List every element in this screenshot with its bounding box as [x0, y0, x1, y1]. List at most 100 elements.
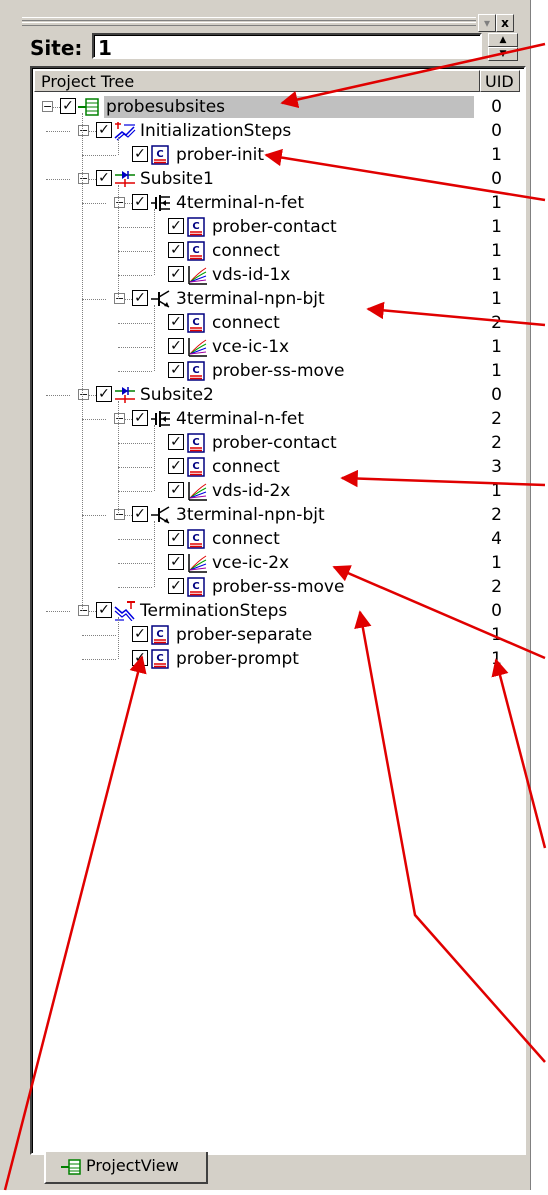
tree-row[interactable]: − ✓ 3terminal-npn-bjt 1	[32, 288, 518, 312]
tree-node-label[interactable]: Subsite1	[140, 168, 214, 190]
tree-row[interactable]: ✓ Cconnect 1	[32, 240, 518, 264]
checkbox-checked-icon[interactable]: ✓	[132, 194, 148, 210]
tree-header: Project Tree UID	[34, 70, 520, 94]
tree-row[interactable]: − ✓ TerminationSteps 0	[32, 600, 518, 624]
tree-row[interactable]: ✓ Cprober-init 1	[32, 144, 518, 168]
dropdown-button[interactable]: ▾	[478, 14, 496, 32]
tree-row[interactable]: ✓ Cconnect 2	[32, 312, 518, 336]
spin-up-icon[interactable]: ▲	[488, 33, 518, 47]
tree-row[interactable]: ✓ Cconnect 3	[32, 456, 518, 480]
checkbox-checked-icon[interactable]: ✓	[96, 122, 112, 138]
collapse-icon[interactable]: −	[114, 293, 125, 304]
tree-row[interactable]: − ✓ probesubsites 0	[32, 96, 518, 120]
site-spinner[interactable]: ▲ ▼	[488, 33, 520, 61]
tree-node-label[interactable]: prober-contact	[212, 216, 337, 238]
project-tree[interactable]: Project Tree UID − ✓ probesubsites 0− ✓ Initi…	[30, 66, 526, 1155]
column-header-name[interactable]: Project Tree	[34, 70, 480, 92]
tree-node-label[interactable]: 4terminal-n-fet	[176, 192, 304, 214]
tree-node-label[interactable]: connect	[212, 528, 280, 550]
tree-node-label[interactable]: Subsite2	[140, 384, 214, 406]
tree-row[interactable]: − ✓ 4terminal-n-fet 1	[32, 192, 518, 216]
tree-node-label[interactable]: 3terminal-npn-bjt	[176, 504, 325, 526]
tree-connector	[154, 425, 155, 491]
tree-row[interactable]: − ✓ 3terminal-npn-bjt 2	[32, 504, 518, 528]
tree-row[interactable]: ✓ Cprober-separate 1	[32, 624, 518, 648]
tree-row[interactable]: − ✓ 4terminal-n-fet 2	[32, 408, 518, 432]
tree-row[interactable]: ✓ Cprober-ss-move 1	[32, 360, 518, 384]
tree-node-label[interactable]: prober-ss-move	[212, 576, 344, 598]
tree-node-label[interactable]: prober-prompt	[176, 648, 299, 670]
tree-row[interactable]: ✓ Cprober-contact 1	[32, 216, 518, 240]
checkbox-checked-icon[interactable]: ✓	[132, 146, 148, 162]
tree-node-label[interactable]: probesubsites	[104, 96, 474, 118]
checkbox-checked-icon[interactable]: ✓	[168, 434, 184, 450]
checkbox-checked-icon[interactable]: ✓	[168, 482, 184, 498]
checkbox-checked-icon[interactable]: ✓	[168, 554, 184, 570]
checkbox-checked-icon[interactable]: ✓	[132, 410, 148, 426]
tree-node-label[interactable]: 4terminal-n-fet	[176, 408, 304, 430]
tree-row[interactable]: ✓ Cprober-contact 2	[32, 432, 518, 456]
tree-node-label[interactable]: 3terminal-npn-bjt	[176, 288, 325, 310]
collapse-icon[interactable]: −	[78, 125, 89, 136]
checkbox-checked-icon[interactable]: ✓	[168, 242, 184, 258]
collapse-icon[interactable]: −	[78, 389, 89, 400]
tree-row[interactable]: ✓ vce-ic-1x 1	[32, 336, 518, 360]
collapse-icon[interactable]: −	[114, 509, 125, 520]
collapse-icon[interactable]: −	[78, 173, 89, 184]
tree-node-label[interactable]: prober-separate	[176, 624, 312, 646]
collapse-icon[interactable]: −	[42, 101, 53, 112]
tree-row[interactable]: ✓ Cprober-ss-move 2	[32, 576, 518, 600]
tree-connector	[118, 401, 119, 515]
checkbox-checked-icon[interactable]: ✓	[96, 602, 112, 618]
checkbox-checked-icon[interactable]: ✓	[132, 650, 148, 666]
checkbox-checked-icon[interactable]: ✓	[132, 506, 148, 522]
tree-row[interactable]: − ✓ InitializationSteps 0	[32, 120, 518, 144]
tree-node-label[interactable]: connect	[212, 312, 280, 334]
tree-node-uid: 1	[491, 193, 502, 213]
close-button[interactable]: x	[496, 14, 514, 32]
checkbox-checked-icon[interactable]: ✓	[60, 98, 76, 114]
drag-grip[interactable]	[22, 22, 476, 26]
checkbox-checked-icon[interactable]: ✓	[168, 578, 184, 594]
tree-node-label[interactable]: prober-ss-move	[212, 360, 344, 382]
collapse-icon[interactable]: −	[114, 413, 125, 424]
tree-node-label[interactable]: connect	[212, 456, 280, 478]
svg-text:C: C	[192, 437, 199, 448]
checkbox-checked-icon[interactable]: ✓	[132, 626, 148, 642]
checkbox-checked-icon[interactable]: ✓	[168, 218, 184, 234]
tree-node-label[interactable]: connect	[212, 240, 280, 262]
tree-row[interactable]: ✓ vds-id-1x 1	[32, 264, 518, 288]
checkbox-checked-icon[interactable]: ✓	[168, 338, 184, 354]
checkbox-checked-icon[interactable]: ✓	[96, 170, 112, 186]
panel-title-bar[interactable]: ▾ x	[22, 14, 530, 32]
tree-row[interactable]: ✓ Cconnect 4	[32, 528, 518, 552]
tree-row[interactable]: ✓ vce-ic-2x 1	[32, 552, 518, 576]
checkbox-checked-icon[interactable]: ✓	[168, 266, 184, 282]
tree-node-label[interactable]: prober-init	[176, 144, 264, 166]
collapse-icon[interactable]: −	[78, 605, 89, 616]
spin-down-icon[interactable]: ▼	[488, 47, 518, 61]
checkbox-checked-icon[interactable]: ✓	[96, 386, 112, 402]
tree-connector	[125, 203, 132, 204]
checkbox-checked-icon[interactable]: ✓	[168, 362, 184, 378]
tab-projectview[interactable]: ProjectView	[44, 1152, 208, 1184]
column-header-uid[interactable]: UID	[480, 70, 520, 92]
tree-node-label[interactable]: vce-ic-2x	[212, 552, 289, 574]
tree-row[interactable]: ✓ Cprober-prompt 1	[32, 648, 518, 672]
tree-node-label[interactable]: TerminationSteps	[140, 600, 287, 622]
checkbox-checked-icon[interactable]: ✓	[132, 290, 148, 306]
tree-node-label[interactable]: prober-contact	[212, 432, 337, 454]
tree-node-label[interactable]: vds-id-2x	[212, 480, 290, 502]
checkbox-checked-icon[interactable]: ✓	[168, 314, 184, 330]
checkbox-checked-icon[interactable]: ✓	[168, 530, 184, 546]
tree-row[interactable]: − ✓ Subsite2 0	[32, 384, 518, 408]
tree-node-label[interactable]: InitializationSteps	[140, 120, 291, 142]
checkbox-checked-icon[interactable]: ✓	[168, 458, 184, 474]
tree-node-label[interactable]: vce-ic-1x	[212, 336, 289, 358]
drag-grip[interactable]	[22, 17, 476, 21]
tree-node-label[interactable]: vds-id-1x	[212, 264, 290, 286]
tree-row[interactable]: − ✓ Subsite1 0	[32, 168, 518, 192]
site-input[interactable]: 1	[92, 33, 482, 60]
tree-row[interactable]: ✓ vds-id-2x 1	[32, 480, 518, 504]
collapse-icon[interactable]: −	[114, 197, 125, 208]
